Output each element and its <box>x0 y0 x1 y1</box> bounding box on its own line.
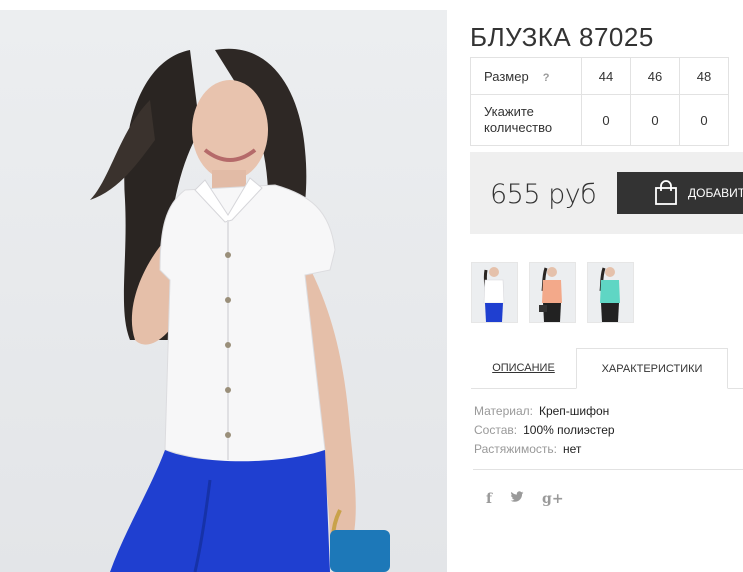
quantity-label-line2: количество <box>484 120 553 135</box>
tab-characteristics[interactable]: ХАРАКТЕРИСТИКИ <box>576 348 728 389</box>
quantity-input[interactable]: 0 <box>581 94 631 146</box>
size-label-cell: Размер? <box>470 57 582 95</box>
add-to-cart-button[interactable]: ДОБАВИТЬ <box>617 172 743 214</box>
size-quantity-table: Размер? 44 46 48 Укажите количество 0 0 … <box>470 57 729 146</box>
twitter-icon[interactable] <box>510 491 524 507</box>
size-option[interactable]: 46 <box>630 57 680 95</box>
thumbnail-white-blouse[interactable] <box>471 262 518 323</box>
thumbnail-gallery <box>471 262 634 323</box>
product-title: БЛУЗКА 87025 <box>470 22 654 53</box>
quantity-label-cell: Укажите количество <box>470 94 582 146</box>
size-label: Размер <box>484 68 529 84</box>
quantity-input[interactable]: 0 <box>630 94 680 146</box>
social-share: f g+ <box>486 491 564 507</box>
spec-key: Состав: <box>474 423 518 437</box>
spec-value: нет <box>563 442 582 456</box>
size-option[interactable]: 48 <box>679 57 729 95</box>
spec-key: Растяжимость: <box>474 442 558 456</box>
model-illustration <box>90 48 390 572</box>
spec-row-stretch: Растяжимость: нет <box>474 440 615 459</box>
thumbnail-mint-blouse[interactable] <box>587 262 634 323</box>
price-box: 655 руб ДОБАВИТЬ <box>470 152 743 234</box>
spec-row-composition: Состав: 100% полиэстер <box>474 421 615 440</box>
product-main-photo[interactable] <box>0 10 447 572</box>
size-option[interactable]: 44 <box>581 57 631 95</box>
product-tabs: ОПИСАНИЕ ХАРАКТЕРИСТИКИ <box>471 348 743 389</box>
size-help-icon[interactable]: ? <box>543 72 550 84</box>
spec-row-material: Материал: Креп-шифон <box>474 402 615 421</box>
product-price: 655 руб <box>490 179 597 210</box>
spec-key: Материал: <box>474 404 533 418</box>
spec-value: 100% полиэстер <box>523 423 615 437</box>
divider <box>473 469 743 470</box>
add-to-cart-label: ДОБАВИТЬ <box>688 186 743 200</box>
google-plus-icon[interactable]: g+ <box>542 491 564 507</box>
quantity-row: Укажите количество 0 0 0 <box>470 94 729 146</box>
spec-value: Креп-шифон <box>538 404 610 418</box>
characteristics-list: Материал: Креп-шифон Состав: 100% полиэсте… <box>474 402 615 459</box>
facebook-icon[interactable]: f <box>486 491 492 507</box>
shopping-bag-icon <box>654 180 678 206</box>
size-row: Размер? 44 46 48 <box>470 57 729 95</box>
thumbnail-peach-blouse[interactable] <box>529 262 576 323</box>
quantity-label-line1: Укажите <box>484 104 534 119</box>
tab-description[interactable]: ОПИСАНИЕ <box>471 348 576 387</box>
quantity-input[interactable]: 0 <box>679 94 729 146</box>
